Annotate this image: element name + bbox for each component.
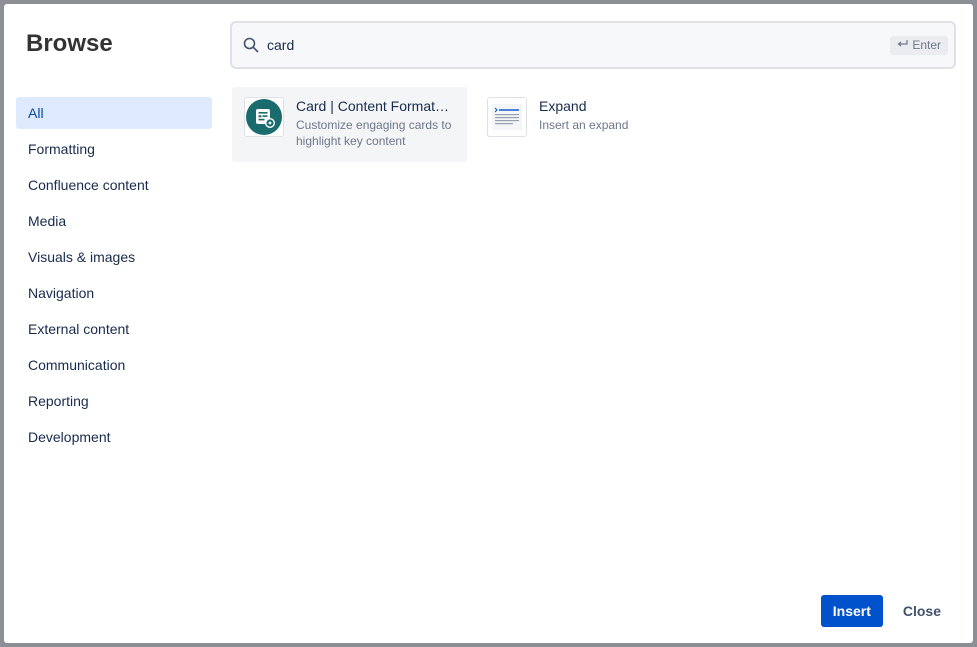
nav-item-label: External content [28, 321, 130, 337]
nav-item-reporting[interactable]: Reporting [16, 385, 212, 417]
insert-button[interactable]: Insert [820, 595, 883, 627]
expand-macro-icon [487, 97, 527, 137]
result-description: Insert an expand [539, 118, 629, 132]
browse-dialog: Browse Enter All Formatting Confluence c… [4, 4, 973, 643]
nav-item-label: Formatting [28, 141, 95, 157]
result-card-card[interactable]: Card | Content Formatt… Customize engagi… [232, 87, 467, 162]
nav-item-label: Communication [28, 357, 126, 373]
nav-item-development[interactable]: Development [16, 421, 212, 453]
enter-hint-label: Enter [912, 38, 941, 52]
nav-item-label: Media [28, 213, 67, 229]
category-nav: All Formatting Confluence content Media … [16, 97, 212, 457]
result-title: Expand [539, 98, 587, 114]
nav-item-all[interactable]: All [16, 97, 212, 129]
search-icon [241, 35, 261, 55]
nav-item-navigation[interactable]: Navigation [16, 277, 212, 309]
nav-item-label: Development [28, 429, 111, 445]
return-arrow-icon [897, 38, 908, 52]
nav-item-external-content[interactable]: External content [16, 313, 212, 345]
nav-item-label: Reporting [28, 393, 89, 409]
result-title: Card | Content Formatt… [296, 98, 451, 114]
nav-item-media[interactable]: Media [16, 205, 212, 237]
results-grid: Card | Content Formatt… Customize engagi… [232, 87, 710, 162]
dialog-title: Browse [26, 30, 113, 57]
card-macro-icon [244, 97, 284, 137]
search-box[interactable]: Enter [230, 21, 956, 69]
nav-item-label: Navigation [28, 285, 95, 301]
close-button[interactable]: Close [891, 595, 953, 627]
nav-item-label: All [28, 105, 44, 121]
nav-item-communication[interactable]: Communication [16, 349, 212, 381]
enter-hint: Enter [890, 35, 948, 55]
nav-item-label: Visuals & images [28, 249, 136, 265]
dialog-footer: Insert Close [820, 595, 953, 627]
nav-item-visuals-images[interactable]: Visuals & images [16, 241, 212, 273]
nav-item-formatting[interactable]: Formatting [16, 133, 212, 165]
nav-item-confluence-content[interactable]: Confluence content [16, 169, 212, 201]
result-description: Customize engaging cards to highlight ke… [296, 118, 452, 148]
search-input[interactable] [267, 30, 891, 60]
result-card-expand[interactable]: Expand Insert an expand [475, 87, 710, 162]
nav-item-label: Confluence content [28, 177, 149, 193]
